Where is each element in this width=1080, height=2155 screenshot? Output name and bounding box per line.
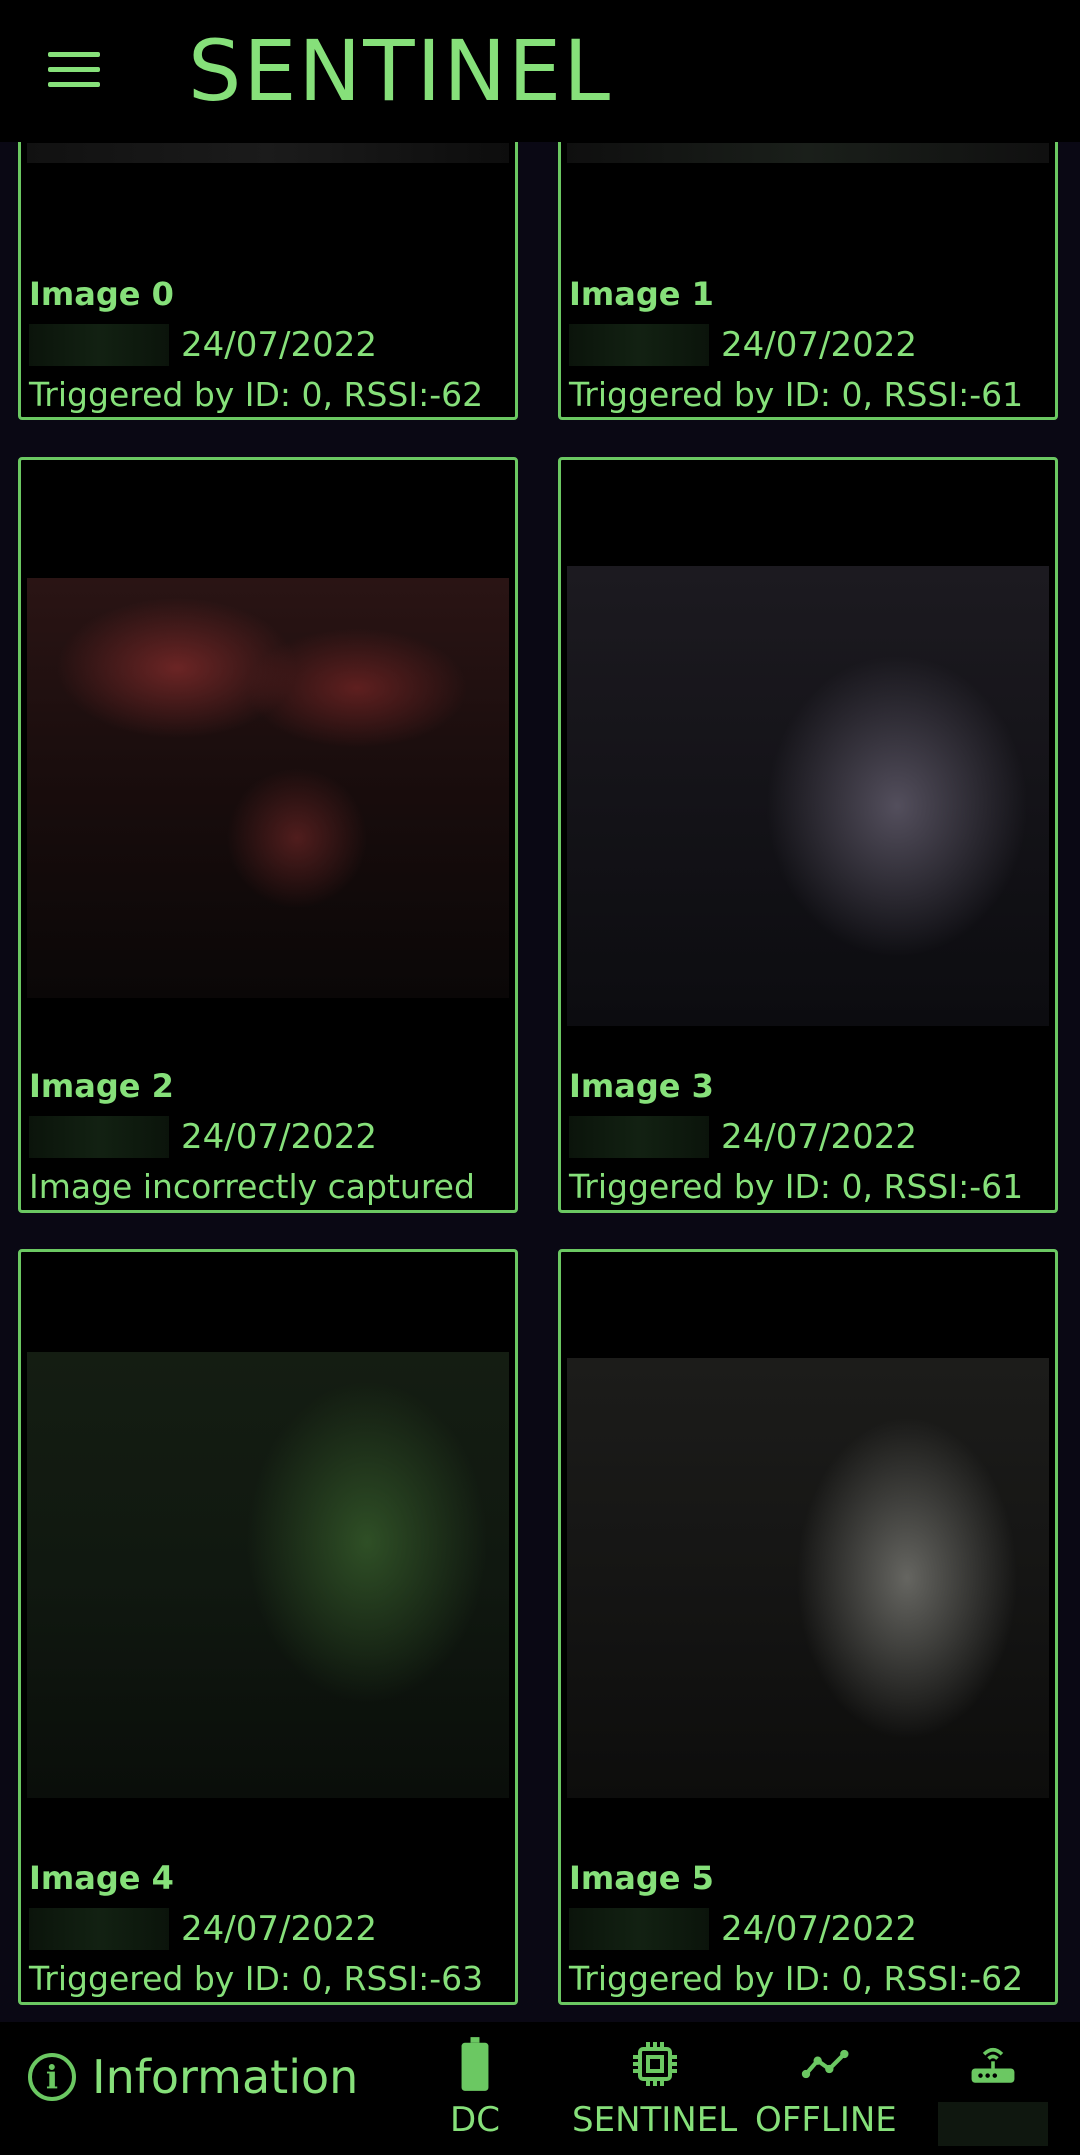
card-status: Triggered by ID: 0, RSSI:-61 — [569, 375, 1024, 414]
card-title: Image 4 — [29, 1859, 174, 1897]
image-card-2[interactable]: Image 2 24/07/2022 Image incorrectly cap… — [18, 457, 518, 1213]
redacted-router-label — [938, 2102, 1048, 2146]
redacted-time — [569, 1116, 709, 1158]
device-status[interactable]: SENTINEL — [572, 2036, 737, 2140]
hamburger-menu-icon[interactable] — [48, 52, 100, 88]
image-card-4[interactable]: Image 4 24/07/2022 Triggered by ID: 0, R… — [18, 1249, 518, 2005]
information-button[interactable]: i Information — [28, 2050, 358, 2104]
image-thumbnail-3 — [567, 566, 1049, 1026]
card-status: Triggered by ID: 0, RSSI:-63 — [29, 1959, 484, 1998]
card-status: Triggered by ID: 0, RSSI:-61 — [569, 1167, 1024, 1206]
image-card-3[interactable]: Image 3 24/07/2022 Triggered by ID: 0, R… — [558, 457, 1058, 1213]
redacted-time — [29, 1116, 169, 1158]
power-label: DC — [450, 2100, 500, 2140]
card-status: Image incorrectly captured — [29, 1167, 475, 1206]
chip-icon — [632, 2042, 677, 2086]
image-thumbnail-2 — [27, 578, 509, 998]
card-date: 24/07/2022 — [181, 1117, 377, 1157]
card-date: 24/07/2022 — [181, 325, 377, 365]
image-thumbnail-0 — [27, 143, 509, 163]
app-title: SENTINEL — [188, 22, 613, 120]
power-status[interactable]: DC — [450, 2036, 500, 2140]
card-date-row: 24/07/2022 — [569, 1115, 917, 1159]
image-thumbnail-5 — [567, 1358, 1049, 1798]
image-thumbnail-1 — [567, 143, 1049, 163]
image-grid: Image 0 24/07/2022 Triggered by ID: 0, R… — [0, 0, 1080, 2022]
card-title: Image 1 — [569, 275, 714, 313]
card-title: Image 3 — [569, 1067, 714, 1105]
image-card-5[interactable]: Image 5 24/07/2022 Triggered by ID: 0, R… — [558, 1249, 1058, 2005]
device-label: SENTINEL — [572, 2100, 738, 2140]
card-title: Image 0 — [29, 275, 174, 313]
redacted-time — [29, 324, 169, 366]
card-date: 24/07/2022 — [721, 1117, 917, 1157]
redacted-time — [569, 324, 709, 366]
router-status[interactable] — [938, 2036, 1048, 2146]
network-label: OFFLINE — [755, 2100, 897, 2140]
battery-icon — [461, 2037, 489, 2091]
card-date-row: 24/07/2022 — [29, 1907, 377, 1951]
image-thumbnail-4 — [27, 1352, 509, 1798]
card-status: Triggered by ID: 0, RSSI:-62 — [29, 375, 484, 414]
bottom-status-bar: i Information DC SENTINEL OFFLINE — [0, 2022, 1080, 2155]
network-status[interactable]: OFFLINE — [755, 2036, 897, 2140]
info-icon: i — [28, 2053, 76, 2101]
redacted-time — [29, 1908, 169, 1950]
top-app-bar: SENTINEL — [0, 0, 1080, 142]
card-date: 24/07/2022 — [721, 325, 917, 365]
card-status: Triggered by ID: 0, RSSI:-62 — [569, 1959, 1024, 1998]
image-card-1[interactable]: Image 1 24/07/2022 Triggered by ID: 0, R… — [558, 100, 1058, 420]
card-date-row: 24/07/2022 — [29, 323, 377, 367]
redacted-time — [569, 1908, 709, 1950]
card-date: 24/07/2022 — [721, 1909, 917, 1949]
card-date-row: 24/07/2022 — [29, 1115, 377, 1159]
router-icon — [971, 2047, 1015, 2083]
card-date-row: 24/07/2022 — [569, 323, 917, 367]
card-title: Image 5 — [569, 1859, 714, 1897]
information-label: Information — [92, 2050, 359, 2104]
image-card-0[interactable]: Image 0 24/07/2022 Triggered by ID: 0, R… — [18, 100, 518, 420]
card-date: 24/07/2022 — [181, 1909, 377, 1949]
card-date-row: 24/07/2022 — [569, 1907, 917, 1951]
trend-line-icon — [801, 2049, 849, 2079]
card-title: Image 2 — [29, 1067, 174, 1105]
